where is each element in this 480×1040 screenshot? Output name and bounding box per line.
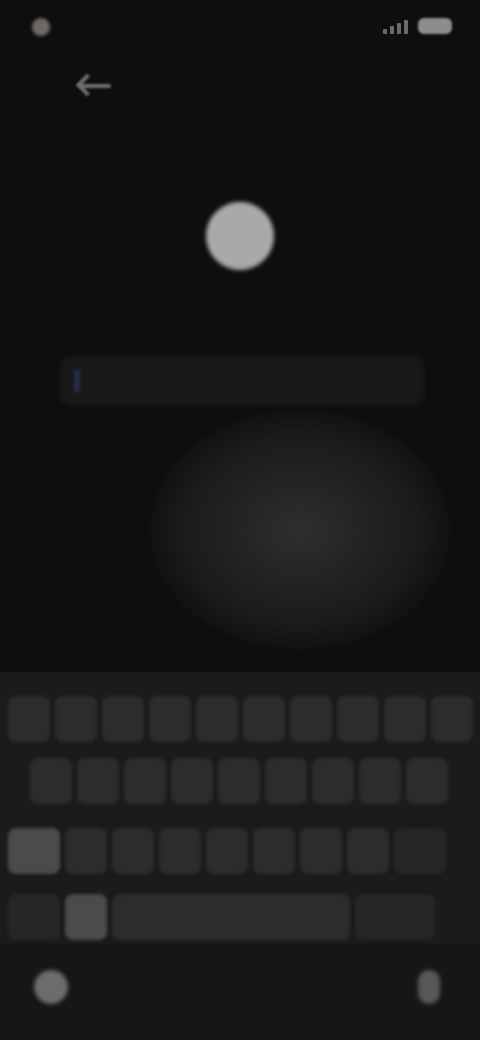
keyboard-key[interactable] (431, 696, 473, 742)
globe-icon[interactable] (34, 970, 68, 1004)
next-key[interactable] (355, 894, 435, 940)
keyboard-key[interactable] (359, 758, 401, 804)
keyboard-key[interactable] (406, 758, 448, 804)
keyboard-key[interactable] (206, 828, 248, 874)
keyboard-key[interactable] (312, 758, 354, 804)
keyboard-key[interactable] (300, 828, 342, 874)
keyboard-key[interactable] (171, 758, 213, 804)
status-right (383, 18, 452, 34)
keyboard-key[interactable] (196, 696, 238, 742)
text-cursor (76, 370, 78, 392)
keyboard-key[interactable] (347, 828, 389, 874)
keyboard-key[interactable] (65, 828, 107, 874)
password-input[interactable] (60, 356, 424, 406)
battery-icon (418, 18, 452, 34)
backspace-key[interactable] (394, 828, 446, 874)
space-key[interactable] (112, 894, 350, 940)
account-avatar (206, 202, 274, 270)
signal-icon (383, 18, 408, 34)
keyboard-key[interactable] (159, 828, 201, 874)
background-glow (150, 410, 450, 650)
status-bar (0, 0, 480, 60)
prompt-title (40, 284, 440, 320)
status-left (32, 18, 60, 36)
emoji-key[interactable] (65, 894, 107, 940)
keyboard-key[interactable] (384, 696, 426, 742)
keyboard-key[interactable] (290, 696, 332, 742)
keyboard-key[interactable] (112, 828, 154, 874)
back-arrow-icon (81, 84, 111, 88)
keyboard-key[interactable] (149, 696, 191, 742)
keyboard-key[interactable] (218, 758, 260, 804)
keyboard-row-3 (8, 828, 451, 874)
keyboard-row-2 (30, 758, 453, 804)
keyboard-key[interactable] (124, 758, 166, 804)
keyboard-nav-bar (0, 944, 480, 1040)
microphone-icon[interactable] (418, 970, 440, 1004)
symbols-key[interactable] (8, 894, 60, 940)
keyboard-key[interactable] (77, 758, 119, 804)
keyboard-key[interactable] (337, 696, 379, 742)
keyboard-row-4 (8, 894, 440, 940)
keyboard-key[interactable] (55, 696, 97, 742)
keyboard-key[interactable] (102, 696, 144, 742)
back-button[interactable] (72, 70, 120, 102)
notification-icon (32, 18, 50, 36)
keyboard-key[interactable] (253, 828, 295, 874)
keyboard-key[interactable] (30, 758, 72, 804)
keyboard-key[interactable] (8, 696, 50, 742)
keyboard-key[interactable] (265, 758, 307, 804)
shift-key[interactable] (8, 828, 60, 874)
keyboard-key[interactable] (243, 696, 285, 742)
keyboard-row-1 (8, 696, 478, 742)
